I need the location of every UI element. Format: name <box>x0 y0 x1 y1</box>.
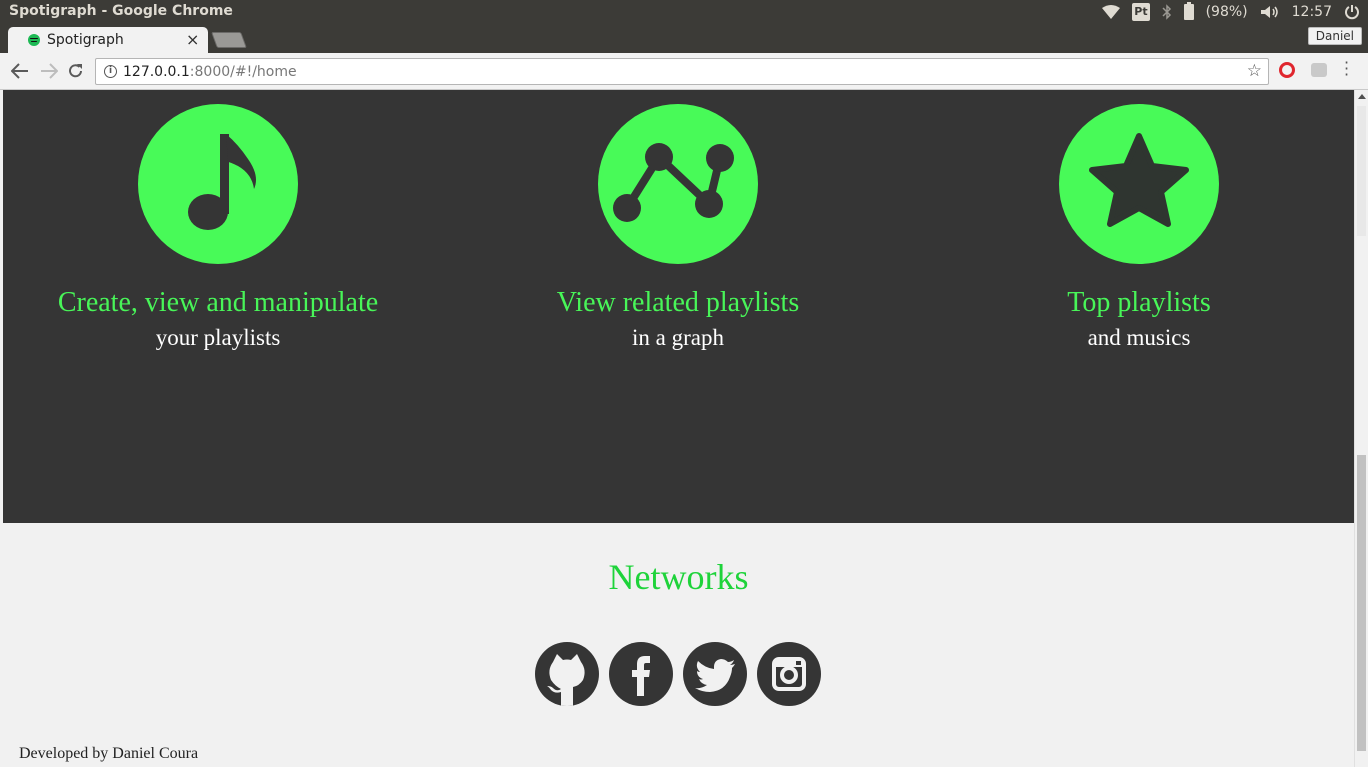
feature-icon-circle <box>1059 104 1219 264</box>
feature-title: Create, view and manipulate <box>57 287 379 318</box>
scrollbar-track <box>1357 106 1366 236</box>
github-link[interactable] <box>535 642 599 706</box>
bluetooth-icon[interactable] <box>1162 3 1172 21</box>
chrome-menu-icon[interactable]: · · · <box>1344 55 1349 83</box>
facebook-icon <box>632 656 650 696</box>
opera-extension-icon[interactable] <box>1279 62 1295 78</box>
feature-icon-circle <box>138 104 298 264</box>
spotify-favicon-icon <box>28 34 40 46</box>
tab-close-icon[interactable]: × <box>186 30 199 49</box>
features-section: Create, view and manipulate your playlis… <box>3 90 1354 523</box>
url-host: 127.0.0.1 <box>123 64 190 80</box>
footer-credit: Developed by Daniel Coura <box>19 745 199 762</box>
feature-icon-circle <box>598 104 758 264</box>
tab-strip: Spotigraph × Daniel <box>0 24 1368 53</box>
new-tab-button[interactable] <box>211 32 247 48</box>
input-method-indicator[interactable]: Pt <box>1132 3 1150 21</box>
address-bar[interactable]: i 127.0.0.1:8000/#!/home ☆ <box>95 58 1269 85</box>
instagram-link[interactable] <box>757 642 821 706</box>
star-icon <box>1089 133 1189 227</box>
feature-title: View related playlists <box>556 287 800 318</box>
twitter-icon <box>695 659 735 692</box>
graph-icon <box>613 143 734 222</box>
bookmark-star-icon[interactable]: ☆ <box>1247 61 1262 81</box>
profile-button[interactable]: Daniel <box>1307 27 1362 45</box>
url-path: :8000/#!/home <box>189 64 297 80</box>
networks-section: Networks Developed by Daniel Coura <box>3 523 1354 767</box>
tab-title: Spotigraph <box>47 32 124 48</box>
wifi-icon[interactable] <box>1102 3 1121 21</box>
browser-toolbar: i 127.0.0.1:8000/#!/home ☆ <box>0 53 1368 90</box>
feature-title: Top playlists <box>1067 287 1211 318</box>
networks-title: Networks <box>608 557 749 597</box>
feature-top: Top playlists and musics <box>929 104 1349 352</box>
os-top-bar: Spotigraph - Google Chrome Pt (98%) 12:5… <box>0 0 1368 24</box>
social-links <box>535 642 821 706</box>
reload-button[interactable] <box>64 59 88 83</box>
twitter-link[interactable] <box>683 642 747 706</box>
clock[interactable]: 12:57 <box>1292 3 1332 21</box>
site-info-icon[interactable]: i <box>104 65 117 78</box>
feature-subtitle: and musics <box>1087 325 1191 350</box>
page-scrollbar[interactable] <box>1354 90 1368 767</box>
tab-spotigraph[interactable]: Spotigraph × <box>8 27 208 53</box>
scrollbar-thumb[interactable] <box>1357 455 1366 751</box>
back-button[interactable] <box>8 59 32 83</box>
feature-subtitle: in a graph <box>632 325 724 350</box>
github-icon <box>547 654 585 706</box>
forward-button[interactable] <box>37 59 61 83</box>
url-text[interactable]: 127.0.0.1:8000/#!/home <box>123 64 297 80</box>
feature-subtitle: your playlists <box>155 325 281 350</box>
page-content: Create, view and manipulate your playlis… <box>0 90 1354 767</box>
facebook-link[interactable] <box>609 642 673 706</box>
feature-related: View related playlists in a graph <box>468 104 888 352</box>
volume-icon[interactable] <box>1260 3 1280 21</box>
window-title: Spotigraph - Google Chrome <box>9 3 233 19</box>
feature-playlists: Create, view and manipulate your playlis… <box>8 104 428 352</box>
system-tray: Pt (98%) 12:57 <box>1102 0 1360 24</box>
battery-percentage: (98%) <box>1205 4 1248 20</box>
scroll-up-arrow-icon[interactable] <box>1358 94 1366 99</box>
power-icon[interactable] <box>1344 3 1360 21</box>
extension-icon[interactable] <box>1311 63 1327 77</box>
instagram-icon <box>772 657 806 691</box>
battery-icon[interactable] <box>1183 2 1194 21</box>
music-note-icon <box>188 134 256 230</box>
